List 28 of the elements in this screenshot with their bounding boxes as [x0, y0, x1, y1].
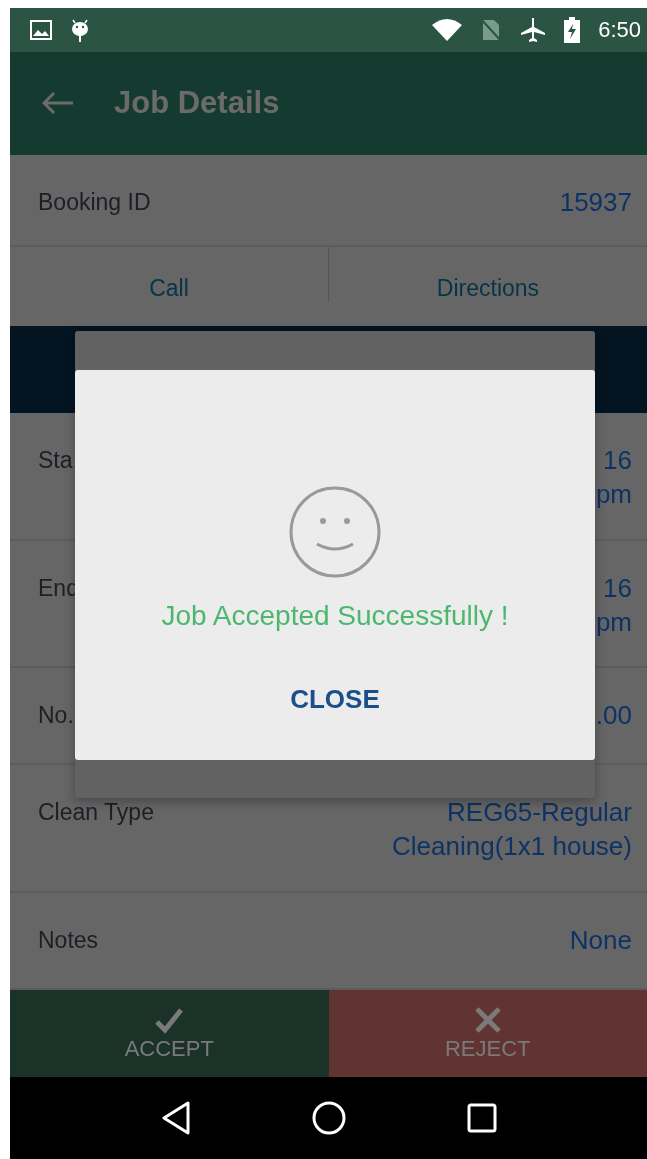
detail-value: None	[569, 924, 632, 958]
smiley-icon	[289, 486, 381, 578]
detail-value: REG65-Regular Cleaning(1x1 house)	[392, 796, 632, 864]
contact-link[interactable]: Directions	[436, 274, 540, 302]
close-x-icon	[473, 1005, 502, 1034]
screen-title: Job Details	[114, 85, 280, 122]
detail-label: No.	[38, 701, 74, 731]
detail-value: 16 pm	[595, 571, 632, 639]
image-icon	[30, 19, 52, 40]
recents-square-icon[interactable]	[466, 1103, 497, 1134]
success-message: Job Accepted Successfully !	[161, 600, 509, 632]
detail-label: Notes	[38, 926, 99, 956]
wifi-icon	[432, 18, 463, 41]
detail-label: Booking ID	[38, 187, 151, 217]
battery-charging-icon	[564, 16, 581, 43]
detail-value: .00	[595, 699, 632, 733]
detail-value: 16 pm	[595, 443, 632, 511]
detail-value: 15937	[559, 185, 632, 219]
status-time: 6:50	[598, 16, 641, 43]
back-triangle-icon[interactable]	[160, 1101, 191, 1136]
airplane-icon	[520, 16, 547, 43]
close-button[interactable]: CLOSE	[282, 680, 388, 719]
reject-button[interactable]: REJECT	[328, 990, 647, 1078]
contact-link[interactable]: Call	[149, 274, 189, 302]
detail-label: Sta	[38, 445, 73, 475]
accept-button[interactable]: ACCEPT	[10, 990, 329, 1078]
detail-label: Clean Type	[38, 798, 154, 828]
home-circle-icon[interactable]	[311, 1101, 346, 1136]
